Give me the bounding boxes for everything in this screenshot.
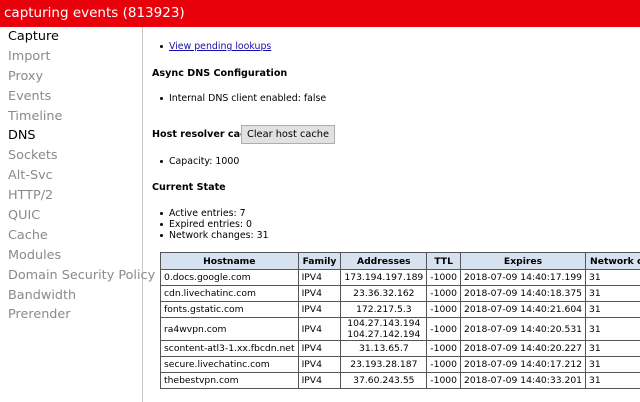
pending-list: View pending lookups	[143, 41, 271, 52]
sidebar-item-modules[interactable]: Modules	[0, 246, 142, 266]
family-cell: IPV4	[297, 301, 342, 318]
state-list: Active entries: 7 Expired entries: 0 Net…	[143, 208, 269, 241]
addresses-cell: 23.36.32.162	[340, 285, 428, 302]
address-value: 104.27.143.194	[347, 318, 421, 329]
addresses-cell: 104.27.143.194 104.27.142.194	[340, 317, 428, 341]
family-cell: IPV4	[297, 269, 342, 286]
list-item: Network changes: 31	[143, 230, 269, 241]
addresses-cell: 172.217.5.3	[340, 301, 428, 318]
sidebar-item-cache[interactable]: Cache	[0, 226, 142, 246]
view-pending-lookups-link[interactable]: View pending lookups	[169, 41, 271, 52]
sidebar-item-sockets[interactable]: Sockets	[0, 146, 142, 166]
addresses-cell: 173.194.197.189	[340, 269, 428, 286]
cache-list: Capacity: 1000	[143, 156, 239, 167]
column-header: Network changes	[585, 252, 640, 270]
sidebar-item-dns[interactable]: DNS	[0, 126, 142, 146]
family-cell: IPV4	[297, 372, 342, 389]
ttl-cell: -1000	[426, 285, 461, 302]
table-header-row: Hostname Family Addresses TTL Expires Network…	[160, 252, 640, 270]
sidebar-item-domain-security-policy[interactable]: Domain Security Policy	[0, 266, 155, 286]
family-cell: IPV4	[297, 317, 342, 341]
expires-cell: 2018-07-09 14:40:20.227	[459, 340, 587, 357]
sidebar-item-proxy[interactable]: Proxy	[0, 67, 142, 87]
addresses-cell: 23.193.28.187	[340, 356, 428, 373]
network-changes-cell: 31	[585, 356, 640, 373]
sidebar-item-timeline[interactable]: Timeline	[0, 107, 142, 127]
sidebar-item-prerender[interactable]: Prerender	[0, 305, 142, 325]
list-item: Internal DNS client enabled: false	[143, 93, 326, 104]
column-header: Addresses	[340, 252, 428, 270]
table-row: ra4wvpn.com IPV4 104.27.143.194 104.27.142.…	[160, 317, 640, 341]
list-item: View pending lookups	[143, 41, 271, 52]
ttl-cell: -1000	[426, 269, 461, 286]
network-changes-cell: 31	[585, 340, 640, 357]
sidebar-item-bandwidth[interactable]: Bandwidth	[0, 286, 142, 306]
dns-panel: View pending lookups Async DNS Configura…	[143, 27, 640, 402]
column-header: Family	[297, 252, 342, 270]
column-header: TTL	[426, 252, 461, 270]
table-row: scontent-atl3-1.xx.fbcdn.net IPV4 31.13.65…	[160, 340, 640, 357]
sidebar-item-import[interactable]: Import	[0, 47, 142, 67]
family-cell: IPV4	[297, 340, 342, 357]
address-value: 172.217.5.3	[356, 304, 412, 315]
table-row: secure.livechatinc.com IPV4 23.193.28.187-…	[160, 356, 640, 373]
ttl-cell: -1000	[426, 317, 461, 341]
address-value: 23.193.28.187	[350, 359, 418, 370]
address-value: 23.36.32.162	[353, 288, 415, 299]
ttl-cell: -1000	[426, 340, 461, 357]
sidebar-item-capture[interactable]: Capture	[0, 27, 142, 47]
expires-cell: 2018-07-09 14:40:17.199	[459, 269, 587, 286]
table-row: fonts.gstatic.com IPV4 172.217.5.3 -1000 201…	[160, 301, 640, 318]
table-row: 0.docs.google.com IPV4 173.194.197.189 -100…	[160, 269, 640, 286]
sidebar-item-events[interactable]: Events	[0, 87, 142, 107]
family-cell: IPV4	[297, 285, 342, 302]
sidebar-item-quic[interactable]: QUIC	[0, 206, 142, 226]
network-changes-cell: 31	[585, 285, 640, 302]
window-title: capturing events (813923)	[0, 0, 640, 27]
hostname-cell: scontent-atl3-1.xx.fbcdn.net	[160, 340, 299, 357]
hostname-cell: secure.livechatinc.com	[160, 356, 299, 373]
sidebar-item-alt-svc[interactable]: Alt-Svc	[0, 166, 142, 186]
list-item: Expired entries: 0	[143, 219, 269, 230]
column-header: Hostname	[160, 252, 299, 270]
address-value: 104.27.142.194	[347, 329, 421, 340]
current-state-heading: Current State	[152, 182, 226, 193]
hostname-cell: ra4wvpn.com	[160, 317, 299, 341]
addresses-cell: 37.60.243.55	[340, 372, 428, 389]
expires-cell: 2018-07-09 14:40:20.531	[459, 317, 587, 341]
address-value: 37.60.243.55	[353, 375, 415, 386]
addresses-cell: 31.13.65.7	[340, 340, 428, 357]
sidebar-nav: Capture Import Proxy Events Timeline DNS Socke…	[0, 27, 155, 402]
address-value: 31.13.65.7	[358, 343, 409, 354]
expires-cell: 2018-07-09 14:40:18.375	[459, 285, 587, 302]
hostname-cell: thebestvpn.com	[160, 372, 299, 389]
network-changes-cell: 31	[585, 317, 640, 341]
sidebar-item-http-2[interactable]: HTTP/2	[0, 186, 142, 206]
list-item: Active entries: 7	[143, 208, 269, 219]
network-changes-cell: 31	[585, 301, 640, 318]
address-value: 173.194.197.189	[344, 272, 424, 283]
hostname-cell: 0.docs.google.com	[160, 269, 299, 286]
async-dns-list: Internal DNS client enabled: false	[143, 93, 326, 104]
ttl-cell: -1000	[426, 356, 461, 373]
table-row: thebestvpn.com IPV4 37.60.243.55 -1000 2018-…	[160, 372, 640, 389]
hostname-cell: cdn.livechatinc.com	[160, 285, 299, 302]
table-row: cdn.livechatinc.com IPV4 23.36.32.162 -1000…	[160, 285, 640, 302]
list-item: Capacity: 1000	[143, 156, 239, 167]
async-dns-heading: Async DNS Configuration	[152, 68, 288, 79]
family-cell: IPV4	[297, 356, 342, 373]
network-changes-cell: 31	[585, 372, 640, 389]
expires-cell: 2018-07-09 14:40:17.212	[459, 356, 587, 373]
ttl-cell: -1000	[426, 301, 461, 318]
dns-cache-table: Hostname Family Addresses TTL Expires Network…	[160, 252, 640, 389]
hostname-cell: fonts.gstatic.com	[160, 301, 299, 318]
expires-cell: 2018-07-09 14:40:33.201	[459, 372, 587, 389]
expires-cell: 2018-07-09 14:40:21.604	[459, 301, 587, 318]
column-header: Expires	[459, 252, 587, 270]
ttl-cell: -1000	[426, 372, 461, 389]
network-changes-cell: 31	[585, 269, 640, 286]
clear-host-cache-button[interactable]: Clear host cache	[241, 125, 335, 144]
